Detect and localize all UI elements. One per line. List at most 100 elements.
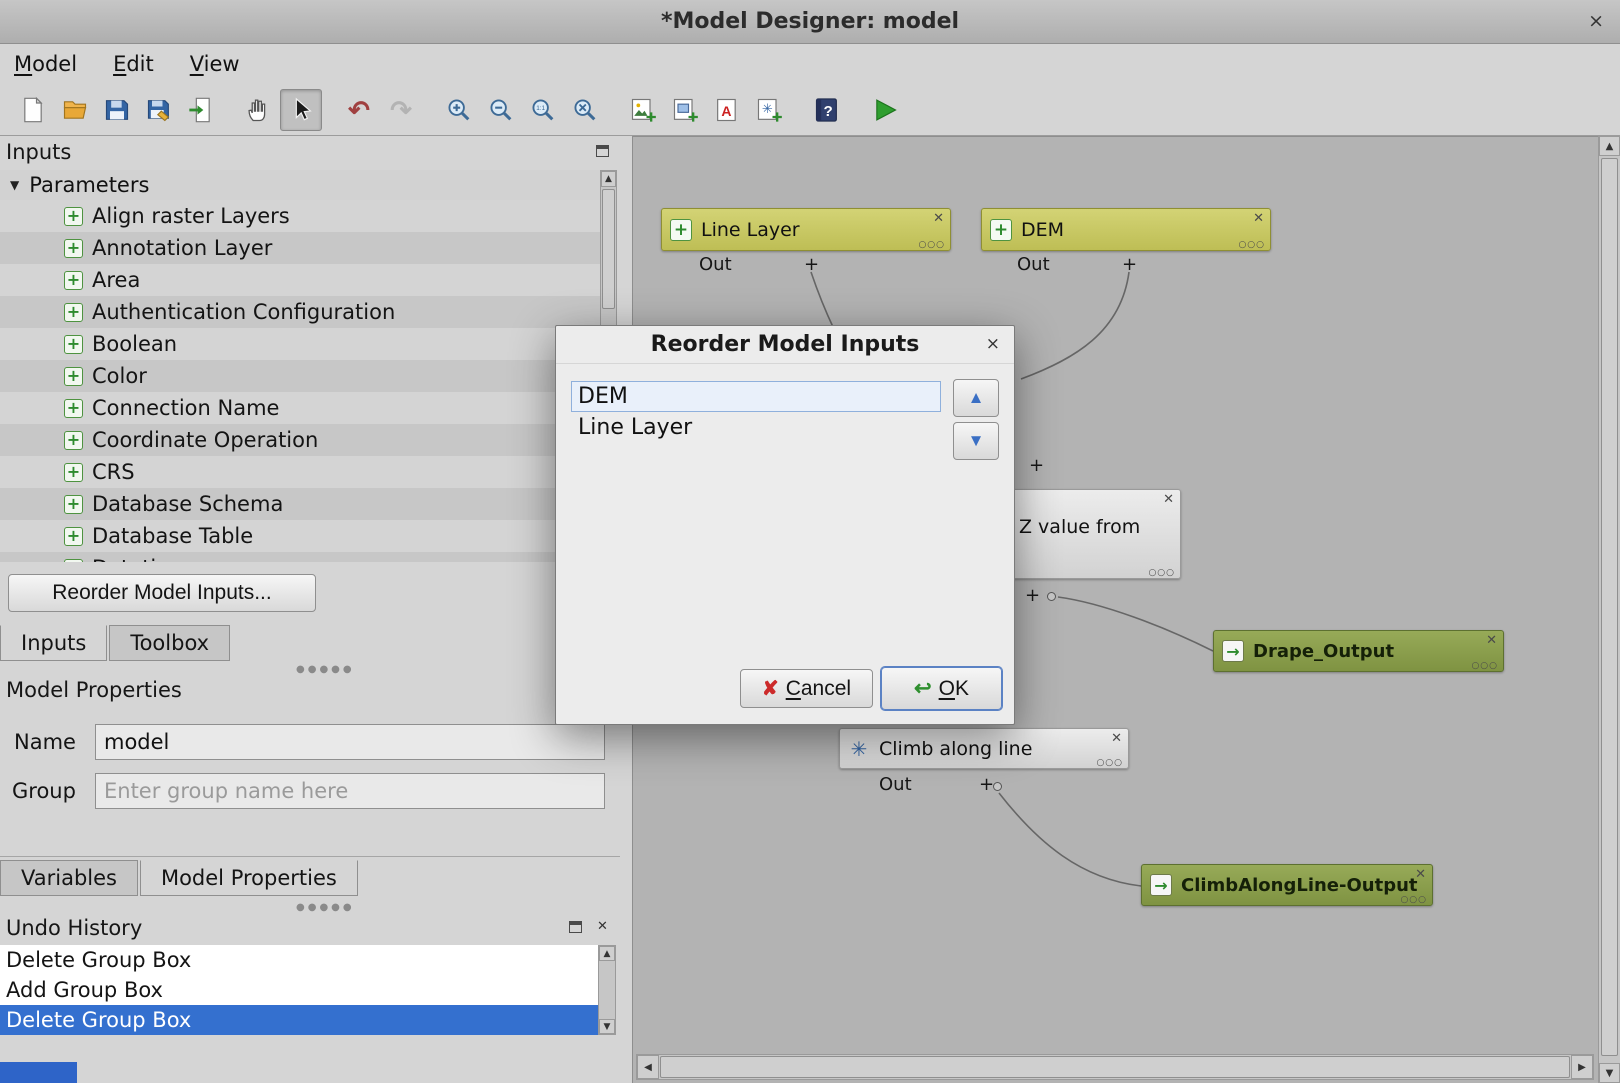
undo-item[interactable]: Add Group Box xyxy=(0,975,598,1005)
undo-button[interactable]: ↶ xyxy=(338,89,380,131)
tree-item-database-schema[interactable]: +Database Schema xyxy=(0,488,600,520)
tree-item-connection-name[interactable]: +Connection Name xyxy=(0,392,600,424)
float-panel-icon[interactable] xyxy=(569,921,582,933)
pan-tool-button[interactable] xyxy=(238,89,280,131)
export-image-button[interactable] xyxy=(622,89,664,131)
scroll-down-icon[interactable]: ▼ xyxy=(1599,1063,1620,1083)
zoom-actual-button[interactable]: 1:1 xyxy=(522,89,564,131)
scroll-up-icon[interactable]: ▲ xyxy=(599,946,615,961)
float-panel-icon[interactable] xyxy=(596,145,609,157)
canvas-vertical-scrollbar[interactable]: ▲ ▼ xyxy=(1598,136,1620,1083)
port-expand-plus[interactable]: + xyxy=(1025,585,1040,606)
node-comment-dots-icon[interactable]: ○○○ xyxy=(1238,240,1265,250)
node-comment-dots-icon[interactable]: ○○○ xyxy=(1096,758,1123,768)
scrollbar-thumb[interactable] xyxy=(602,189,615,309)
zoom-out-button[interactable] xyxy=(480,89,522,131)
undo-item[interactable]: Delete Group Box xyxy=(0,945,598,975)
export-svg-button[interactable]: ✳ xyxy=(748,89,790,131)
node-dem[interactable]: + DEM ✕ ○○○ xyxy=(981,208,1271,251)
port-expand-plus[interactable]: + xyxy=(1122,254,1137,275)
reorder-model-inputs-button[interactable]: Reorder Model Inputs... xyxy=(8,574,316,612)
scrollbar-thumb[interactable] xyxy=(660,1056,1570,1078)
menu-edit[interactable]: Edit xyxy=(113,52,154,76)
add-parameter-icon: + xyxy=(64,527,83,546)
tree-item-area[interactable]: +Area xyxy=(0,264,600,296)
run-model-button[interactable] xyxy=(864,89,906,131)
undo-scrollbar[interactable]: ▲ ▼ xyxy=(598,945,616,1035)
zoom-in-button[interactable] xyxy=(438,89,480,131)
menu-view[interactable]: View xyxy=(190,52,240,76)
cancel-button[interactable]: ✘ Cancel xyxy=(740,669,873,708)
remove-node-icon[interactable]: ✕ xyxy=(933,211,944,226)
select-tool-button[interactable] xyxy=(280,89,322,131)
export-layout-button[interactable] xyxy=(664,89,706,131)
export-model-button[interactable] xyxy=(180,89,222,131)
tree-item-coordinate-operation[interactable]: +Coordinate Operation xyxy=(0,424,600,456)
tree-item-crs[interactable]: +CRS xyxy=(0,456,600,488)
node-comment-dots-icon[interactable]: ○○○ xyxy=(1148,568,1175,578)
model-group-input[interactable] xyxy=(95,773,605,809)
scroll-up-icon[interactable]: ▲ xyxy=(1599,136,1620,156)
window-close-icon[interactable]: × xyxy=(1588,10,1604,32)
tree-item-annotation-layer[interactable]: +Annotation Layer xyxy=(0,232,600,264)
port-expand-plus[interactable]: + xyxy=(1029,455,1044,476)
canvas-horizontal-scrollbar[interactable]: ◀ ▶ xyxy=(636,1054,1594,1080)
tree-root-parameters[interactable]: ▼ Parameters xyxy=(0,170,600,200)
scroll-up-icon[interactable]: ▲ xyxy=(601,171,616,187)
node-label: Line Layer xyxy=(701,219,800,241)
scrollbar-thumb[interactable] xyxy=(1601,158,1618,1056)
tree-item-database-table[interactable]: +Database Table xyxy=(0,520,600,552)
reorder-item-dem[interactable]: DEM xyxy=(571,381,941,412)
save-model-as-button[interactable] xyxy=(138,89,180,131)
move-up-button[interactable]: ▲ xyxy=(953,379,999,417)
scroll-right-icon[interactable]: ▶ xyxy=(1571,1055,1593,1079)
help-button[interactable]: ? xyxy=(806,89,848,131)
port-expand-plus[interactable]: + xyxy=(979,774,994,795)
remove-node-icon[interactable]: ✕ xyxy=(1415,867,1426,882)
remove-node-icon[interactable]: ✕ xyxy=(1111,731,1122,746)
redo-button[interactable]: ↷ xyxy=(380,89,422,131)
tree-item-datetime[interactable]: +Datetime xyxy=(0,552,600,562)
node-comment-dots-icon[interactable]: ○○○ xyxy=(918,240,945,250)
ok-button[interactable]: ↩ OK xyxy=(881,667,1002,710)
node-comment-dots-icon[interactable]: ○○○ xyxy=(1400,895,1427,905)
zoom-full-button[interactable] xyxy=(564,89,606,131)
tree-item-color[interactable]: +Color xyxy=(0,360,600,392)
port-socket-dot[interactable] xyxy=(1047,592,1056,601)
node-drape-output[interactable]: → Drape_Output ✕ ○○○ xyxy=(1213,630,1504,672)
collapse-arrow-icon[interactable]: ▼ xyxy=(10,178,19,192)
tree-item-boolean[interactable]: +Boolean xyxy=(0,328,600,360)
menu-model[interactable]: Model xyxy=(14,52,77,76)
tab-inputs[interactable]: Inputs xyxy=(0,625,107,661)
open-model-button[interactable] xyxy=(54,89,96,131)
node-climb-along-line[interactable]: ✳ Climb along line ✕ ○○○ xyxy=(839,728,1129,769)
remove-node-icon[interactable]: ✕ xyxy=(1253,211,1264,226)
zoom-in-icon xyxy=(445,96,473,124)
tree-item-authentication-configuration[interactable]: +Authentication Configuration xyxy=(0,296,600,328)
reorder-item-line-layer[interactable]: Line Layer xyxy=(571,412,941,443)
close-panel-icon[interactable]: ✕ xyxy=(597,919,608,934)
port-socket-dot[interactable] xyxy=(993,782,1002,791)
tree-item-align-raster-layers[interactable]: +Align raster Layers xyxy=(0,200,600,232)
save-model-button[interactable] xyxy=(96,89,138,131)
export-pdf-button[interactable]: A xyxy=(706,89,748,131)
model-name-input[interactable] xyxy=(95,724,605,760)
scroll-left-icon[interactable]: ◀ xyxy=(637,1055,659,1079)
node-z-value[interactable]: Z value from ✕ ○○○ xyxy=(1009,489,1181,579)
remove-node-icon[interactable]: ✕ xyxy=(1486,633,1497,648)
node-climbalongline-output[interactable]: → ClimbAlongLine-Output ✕ ○○○ xyxy=(1141,864,1433,906)
splitter-handle[interactable]: ●●●●● xyxy=(296,902,355,913)
tab-variables[interactable]: Variables xyxy=(0,860,138,896)
new-model-button[interactable] xyxy=(12,89,54,131)
tab-toolbox[interactable]: Toolbox xyxy=(109,625,230,661)
undo-item-selected[interactable]: Delete Group Box xyxy=(0,1005,598,1035)
remove-node-icon[interactable]: ✕ xyxy=(1163,492,1174,507)
scroll-down-icon[interactable]: ▼ xyxy=(599,1019,615,1034)
port-expand-plus[interactable]: + xyxy=(804,254,819,275)
node-line-layer[interactable]: + Line Layer ✕ ○○○ xyxy=(661,208,951,251)
splitter-handle[interactable]: ●●●●● xyxy=(296,664,355,675)
move-down-button[interactable]: ▼ xyxy=(953,422,999,460)
dialog-close-icon[interactable]: × xyxy=(986,334,1000,354)
tab-model-properties[interactable]: Model Properties xyxy=(140,860,358,896)
node-comment-dots-icon[interactable]: ○○○ xyxy=(1471,661,1498,671)
